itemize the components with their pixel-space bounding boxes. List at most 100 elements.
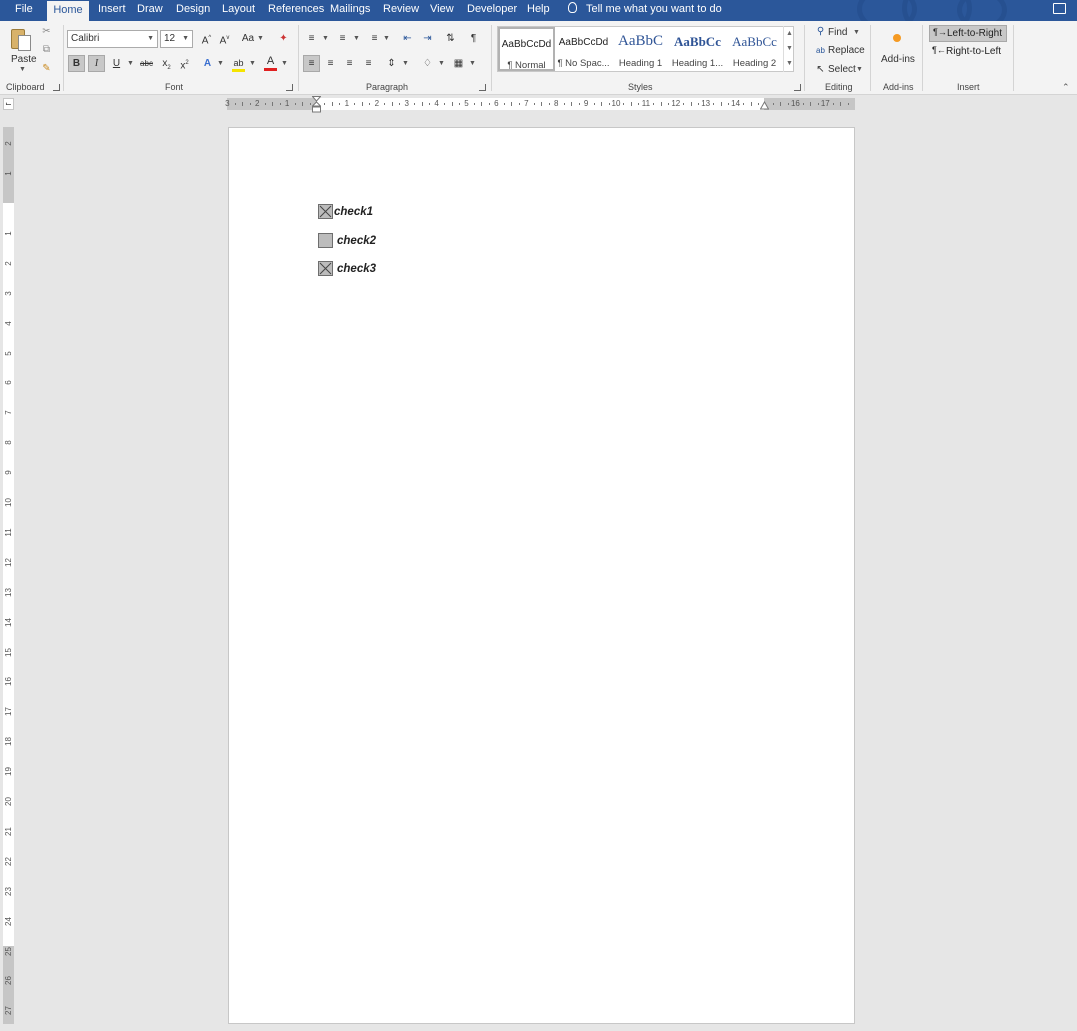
borders-icon[interactable]: ▦ (450, 55, 467, 72)
text-effects-icon[interactable]: A (199, 55, 216, 72)
add-ins-icon[interactable] (893, 34, 901, 42)
replace-button[interactable]: Replace (828, 45, 865, 56)
checkbox-2[interactable] (318, 233, 333, 248)
tab-insert[interactable]: Insert (98, 0, 126, 21)
bullets-dropdown-icon[interactable]: ▼ (322, 35, 329, 42)
borders-dropdown-icon[interactable]: ▼ (469, 60, 476, 67)
ruler-tick (563, 103, 565, 105)
superscript-button[interactable]: x2 (176, 55, 193, 72)
style-normal[interactable]: AaBbCcDd ¶ Normal (498, 27, 555, 71)
clipboard-launcher-icon[interactable] (53, 84, 60, 91)
clear-formatting-icon[interactable]: ✦ (275, 30, 292, 47)
highlight-color-icon[interactable]: ab (230, 55, 247, 72)
font-launcher-icon[interactable] (286, 84, 293, 91)
line-spacing-icon[interactable]: ⇕ (383, 55, 400, 72)
bullets-icon[interactable]: ≡ (303, 30, 320, 47)
multilevel-dropdown-icon[interactable]: ▼ (383, 35, 390, 42)
highlight-dropdown-icon[interactable]: ▼ (249, 60, 256, 67)
vertical-ruler[interactable]: 2 1 1 2 3 4 5 6 7 8 9 10 11 12 13 14 15 16 17 18 19 20 21 22 23 2… (3, 127, 14, 1024)
strikethrough-button[interactable]: abc (138, 55, 155, 72)
justify-icon[interactable]: ≡ (360, 55, 377, 72)
multilevel-list-icon[interactable]: ≡ (366, 30, 383, 47)
ruler-number: 18 (4, 737, 13, 747)
paste-dropdown-icon[interactable]: ▼ (19, 66, 26, 73)
bold-button[interactable]: B (68, 55, 85, 72)
styles-scroll[interactable]: ▲ ▼ ▼ (783, 26, 795, 72)
ruler-number: 5 (4, 350, 13, 356)
numbering-dropdown-icon[interactable]: ▼ (353, 35, 360, 42)
style-heading-1-char[interactable]: AaBbCc Heading 1... (669, 27, 726, 71)
style-heading-1[interactable]: AaBbC Heading 1 (612, 27, 669, 71)
right-to-left-button[interactable]: ¶← Right-to-Left (929, 44, 1007, 61)
document-page[interactable]: check1 check2 check3 (228, 127, 855, 1024)
align-right-icon[interactable]: ≡ (341, 55, 358, 72)
paragraph-launcher-icon[interactable] (479, 84, 486, 91)
ruler-number: 25 (4, 946, 13, 956)
subscript-button[interactable]: x2 (158, 55, 175, 72)
paste-button[interactable]: Paste (11, 54, 37, 65)
sort-icon[interactable]: ⇅ (442, 30, 459, 47)
underline-dropdown-icon[interactable]: ▼ (127, 60, 134, 67)
numbering-icon[interactable]: ≡ (334, 30, 351, 47)
tab-references[interactable]: References (268, 0, 324, 21)
shading-icon[interactable]: ♢ (419, 55, 436, 72)
left-to-right-button[interactable]: ¶→ Left-to-Right (929, 25, 1007, 42)
tab-design[interactable]: Design (176, 0, 210, 21)
grow-font-icon[interactable]: A^ (198, 30, 215, 47)
font-color-icon[interactable]: A (262, 53, 279, 71)
underline-button[interactable]: U (108, 55, 125, 72)
find-icon[interactable]: ⚲ (812, 23, 829, 40)
cut-icon[interactable]: ✂ (38, 23, 55, 40)
tab-file[interactable]: File (15, 0, 33, 21)
tab-home[interactable]: Home (47, 0, 89, 22)
tab-mailings[interactable]: Mailings (330, 0, 370, 21)
tab-selector[interactable]: ⌙ (3, 98, 14, 110)
tab-layout[interactable]: Layout (222, 0, 255, 21)
checkbox-3[interactable] (318, 261, 333, 276)
format-painter-icon[interactable]: ✎ (38, 60, 55, 77)
find-dropdown-icon[interactable]: ▼ (853, 29, 860, 36)
ruler-tick (369, 103, 371, 105)
add-ins-button[interactable]: Add-ins (881, 54, 915, 65)
italic-button[interactable]: I (88, 55, 105, 72)
checkbox-1[interactable] (318, 204, 333, 219)
tab-developer[interactable]: Developer (467, 0, 517, 21)
align-center-icon[interactable]: ≡ (322, 55, 339, 72)
tell-me-search[interactable]: Tell me what you want to do (568, 0, 722, 21)
font-name-combo[interactable]: Calibri ▼ (67, 30, 158, 48)
ruler-tick (668, 103, 670, 105)
text-effects-dropdown-icon[interactable]: ▼ (217, 60, 224, 67)
increase-indent-icon[interactable]: ⇥ (419, 30, 436, 47)
align-left-icon[interactable]: ≡ (303, 55, 320, 72)
decrease-indent-icon[interactable]: ⇤ (399, 30, 416, 47)
styles-launcher-icon[interactable] (794, 84, 801, 91)
scroll-up-icon[interactable]: ▲ (784, 26, 795, 41)
select-button[interactable]: Select (828, 64, 856, 75)
shrink-font-icon[interactable]: Av (216, 30, 233, 47)
line-spacing-dropdown-icon[interactable]: ▼ (402, 60, 409, 67)
show-formatting-icon[interactable]: ¶ (465, 30, 482, 47)
select-icon[interactable]: ↖ (812, 61, 829, 78)
change-case-button[interactable]: Aa (240, 30, 256, 47)
copy-icon[interactable]: ⧉ (38, 41, 55, 58)
tab-draw[interactable]: Draw (137, 0, 163, 21)
font-size-combo[interactable]: 12 ▼ (160, 30, 193, 48)
right-indent-marker-icon[interactable] (760, 101, 769, 110)
change-case-dropdown-icon[interactable]: ▼ (257, 35, 264, 42)
find-button[interactable]: Find (828, 27, 847, 38)
shading-dropdown-icon[interactable]: ▼ (438, 60, 445, 67)
replace-icon[interactable]: ab (812, 42, 829, 59)
font-color-dropdown-icon[interactable]: ▼ (281, 60, 288, 67)
select-dropdown-icon[interactable]: ▼ (856, 66, 863, 73)
paste-icon[interactable] (9, 27, 33, 53)
tab-help[interactable]: Help (527, 0, 550, 21)
scroll-down-icon[interactable]: ▼ (784, 41, 795, 56)
comments-icon[interactable] (1053, 3, 1066, 14)
indent-marker-icon[interactable] (312, 96, 321, 113)
collapse-ribbon-icon[interactable]: ⌃ (1062, 82, 1070, 93)
tab-review[interactable]: Review (383, 0, 419, 21)
style-no-spacing[interactable]: AaBbCcDd ¶ No Spac... (555, 27, 612, 71)
tab-view[interactable]: View (430, 0, 454, 21)
more-styles-icon[interactable]: ▼ (784, 56, 795, 71)
style-heading-2[interactable]: AaBbCc Heading 2 (726, 27, 783, 71)
